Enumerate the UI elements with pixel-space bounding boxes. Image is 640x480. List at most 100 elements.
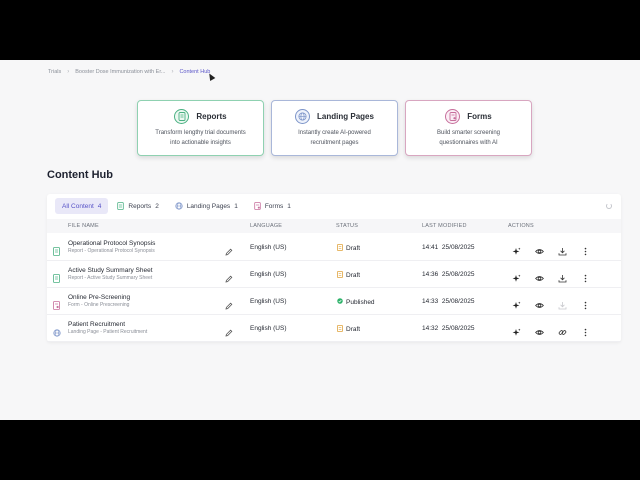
app-screen: Trials › Booster Dose Immunization with … — [0, 60, 640, 420]
breadcrumb-trial[interactable]: Booster Dose Immunization with Er... — [75, 69, 165, 75]
modified-date: 25/08/2025 — [441, 244, 475, 251]
download-icon[interactable] — [558, 243, 567, 256]
globe-icon — [53, 324, 61, 337]
loading-spinner-icon — [606, 203, 612, 209]
tab-count: 1 — [287, 202, 291, 210]
more-options-icon[interactable] — [581, 297, 590, 310]
breadcrumb: Trials › Booster Dose Immunization with … — [48, 69, 210, 75]
more-options-icon[interactable] — [581, 243, 590, 256]
ai-sparkle-icon[interactable] — [512, 297, 521, 309]
ai-sparkle-icon[interactable] — [512, 243, 521, 255]
file-subtitle: Report - Operational Protocol Synopsis — [68, 248, 155, 254]
language-value: English (US) — [250, 244, 287, 251]
create-cards: Reports Transform lengthy trial document… — [137, 100, 532, 156]
content-table-panel: All Content 4 Reports 2 Landing Pages 1 … — [47, 194, 621, 342]
modified-time: 14:41 — [422, 244, 439, 251]
more-options-icon[interactable] — [581, 324, 590, 337]
report-icon — [117, 202, 125, 210]
report-icon — [53, 243, 60, 256]
landing-pages-card[interactable]: Landing Pages Instantly create AI-powere… — [271, 100, 398, 156]
table-row[interactable]: Patient Recruitment Landing Page - Patien… — [47, 315, 621, 342]
edit-icon[interactable] — [225, 243, 233, 256]
tab-label: Forms — [264, 202, 284, 210]
card-desc-line: Build smarter screening — [436, 130, 501, 136]
table-row[interactable]: Online Pre-Screening Form - Online Prescr… — [47, 288, 621, 315]
view-icon[interactable] — [535, 243, 544, 254]
last-modified: 14:41 25/08/2025 — [422, 244, 474, 251]
status-label: Published — [346, 298, 375, 306]
form-icon — [254, 202, 261, 210]
last-modified: 14:36 25/08/2025 — [422, 271, 474, 278]
modified-date: 25/08/2025 — [441, 298, 475, 305]
reports-card[interactable]: Reports Transform lengthy trial document… — [137, 100, 264, 156]
file-subtitle: Landing Page - Patient Recruitment — [68, 329, 148, 335]
card-desc-line: Transform lengthy trial documents — [155, 130, 246, 136]
edit-icon[interactable] — [225, 297, 233, 310]
column-last-modified[interactable]: LAST MODIFIED — [422, 223, 467, 229]
table-row[interactable]: Active Study Summary Sheet Report - Activ… — [47, 261, 621, 288]
status-label: Draft — [346, 272, 361, 279]
tab-label: All Content — [62, 202, 94, 210]
column-language[interactable]: LANGUAGE — [250, 223, 282, 229]
edit-icon[interactable] — [225, 324, 233, 337]
column-actions: ACTIONS — [508, 223, 534, 229]
download-icon — [558, 297, 567, 310]
table-header: FILE NAME LANGUAGE STATUS LAST MODIFIED … — [47, 219, 621, 233]
card-title: Reports — [196, 111, 227, 121]
modified-time: 14:36 — [422, 271, 439, 278]
tab-reports[interactable]: Reports 2 — [110, 198, 165, 214]
modified-time: 14:33 — [422, 298, 439, 305]
edit-icon[interactable] — [225, 270, 233, 283]
modified-date: 25/08/2025 — [441, 325, 475, 332]
copy-link-icon[interactable] — [558, 324, 567, 335]
column-file-name[interactable]: FILE NAME — [68, 223, 99, 229]
view-icon[interactable] — [535, 270, 544, 281]
more-options-icon[interactable] — [581, 270, 590, 283]
file-name[interactable]: Online Pre-Screening — [68, 294, 130, 301]
modified-time: 14:32 — [422, 325, 439, 332]
draft-icon — [337, 244, 343, 253]
tab-count: 1 — [234, 202, 238, 210]
file-name[interactable]: Active Study Summary Sheet — [68, 267, 153, 274]
file-subtitle: Form - Online Prescreening — [68, 302, 130, 308]
tab-landing-pages[interactable]: Landing Pages 1 — [168, 198, 245, 214]
page-title: Content Hub — [47, 169, 113, 181]
view-icon[interactable] — [535, 297, 544, 308]
modified-date: 25/08/2025 — [441, 271, 475, 278]
card-description: Transform lengthy trial documents into a… — [138, 129, 263, 148]
status-badge: Draft — [337, 244, 360, 253]
status-badge: Draft — [337, 271, 360, 280]
language-value: English (US) — [250, 298, 287, 305]
card-description: Build smarter screening questionnaires w… — [406, 129, 531, 148]
tab-all-content[interactable]: All Content 4 — [55, 198, 109, 214]
forms-card[interactable]: Forms Build smarter screening questionna… — [405, 100, 532, 156]
form-icon — [445, 108, 461, 124]
ai-sparkle-icon[interactable] — [512, 324, 521, 336]
tab-count: 2 — [155, 202, 159, 210]
chevron-right-icon: › — [171, 69, 174, 75]
language-value: English (US) — [250, 271, 287, 278]
language-value: English (US) — [250, 325, 287, 332]
card-desc-line: Instantly create AI-powered — [298, 130, 371, 136]
download-icon[interactable] — [558, 270, 567, 283]
tab-forms[interactable]: Forms 1 — [247, 198, 298, 214]
column-status[interactable]: STATUS — [336, 223, 358, 229]
report-icon — [53, 270, 60, 283]
card-desc-line: into actionable insights — [170, 139, 231, 146]
tab-label: Landing Pages — [186, 202, 231, 210]
view-icon[interactable] — [535, 324, 544, 335]
ai-sparkle-icon[interactable] — [512, 270, 521, 282]
file-name[interactable]: Operational Protocol Synopsis — [68, 240, 155, 247]
table-row[interactable]: Operational Protocol Synopsis Report - Op… — [47, 234, 621, 261]
tab-count: 4 — [97, 202, 102, 210]
card-title: Landing Pages — [317, 111, 374, 121]
globe-icon — [295, 108, 311, 124]
file-name[interactable]: Patient Recruitment — [68, 321, 125, 328]
breadcrumb-trials[interactable]: Trials — [48, 69, 61, 75]
report-icon — [174, 108, 190, 124]
status-label: Draft — [346, 245, 361, 252]
draft-icon — [337, 271, 343, 280]
chevron-right-icon: › — [67, 69, 70, 75]
status-badge: Draft — [337, 325, 360, 334]
published-icon — [337, 298, 343, 306]
